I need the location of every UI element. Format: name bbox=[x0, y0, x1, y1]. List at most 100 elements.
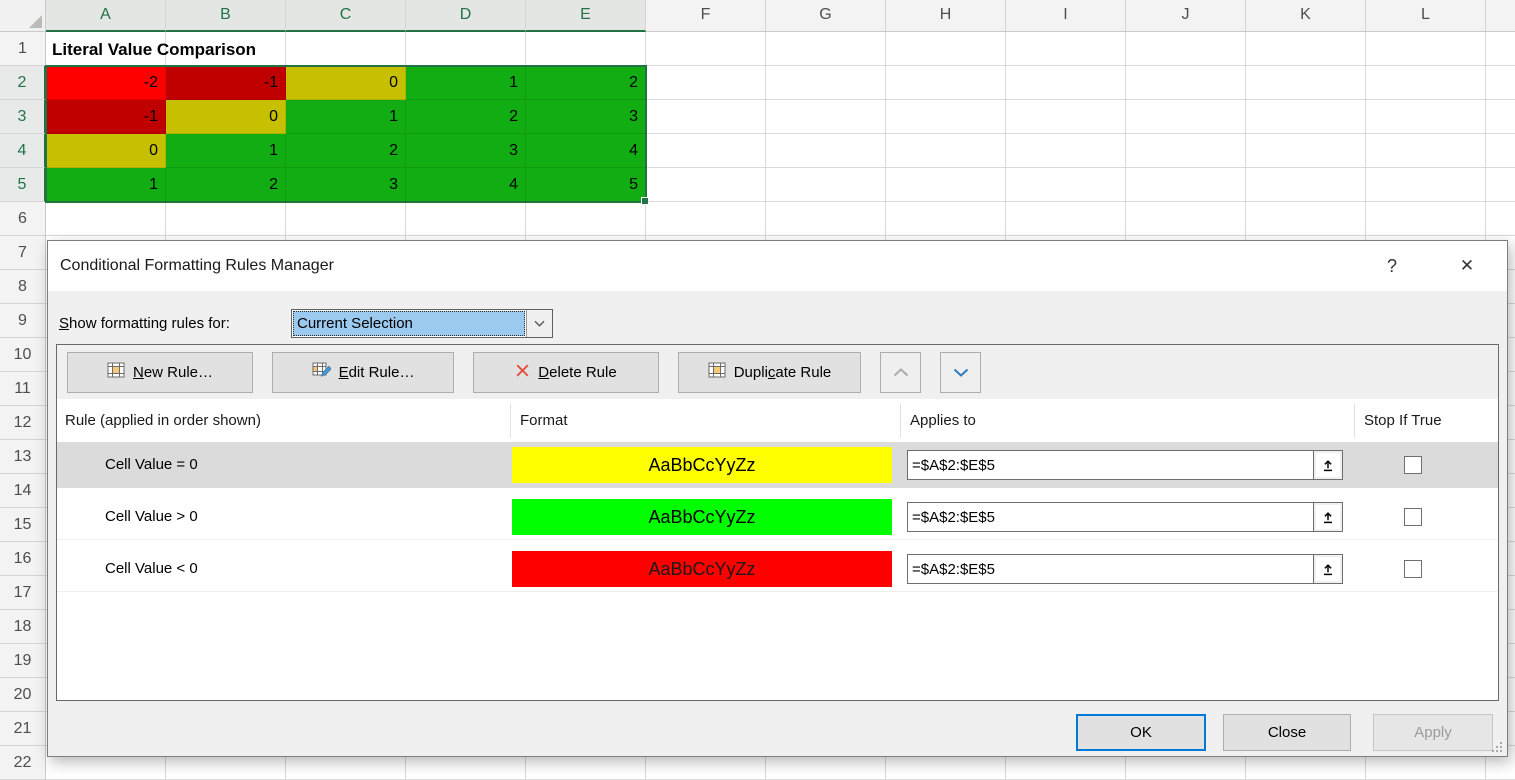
rules-panel: New Rule… Edit Rule… Delete Rule bbox=[56, 344, 1499, 701]
grid-cell[interactable]: 2 bbox=[286, 134, 406, 168]
row-header-4[interactable]: 4 bbox=[0, 134, 46, 168]
dialog-title-bar: Conditional Formatting Rules Manager ? ✕ bbox=[48, 241, 1507, 291]
row-header-6[interactable]: 6 bbox=[0, 202, 46, 236]
grid-cell[interactable]: 0 bbox=[286, 66, 406, 100]
row-header-18[interactable]: 18 bbox=[0, 610, 46, 644]
rule-row[interactable]: Cell Value < 0AaBbCcYyZz bbox=[57, 546, 1498, 592]
grid-cell[interactable]: 4 bbox=[406, 168, 526, 202]
column-header-C[interactable]: C bbox=[286, 0, 406, 32]
row-header-16[interactable]: 16 bbox=[0, 542, 46, 576]
edit-rule-button[interactable]: Edit Rule… bbox=[272, 352, 454, 393]
duplicate-rule-icon bbox=[708, 362, 726, 382]
grid-cell[interactable]: 2 bbox=[166, 168, 286, 202]
collapse-dialog-button[interactable] bbox=[1314, 502, 1343, 532]
edit-rule-icon bbox=[312, 362, 331, 383]
stop-if-true-checkbox[interactable] bbox=[1404, 560, 1422, 578]
row-header-15[interactable]: 15 bbox=[0, 508, 46, 542]
column-header-J[interactable]: J bbox=[1126, 0, 1246, 32]
grid-cell[interactable]: 3 bbox=[526, 100, 646, 134]
rule-row[interactable]: Cell Value = 0AaBbCcYyZz bbox=[57, 442, 1498, 488]
selected-range: -2-1012-101230123412345 bbox=[46, 66, 646, 202]
grid-cell[interactable]: 1 bbox=[46, 168, 166, 202]
stop-if-true-checkbox[interactable] bbox=[1404, 456, 1422, 474]
cf-rules-manager-dialog: Conditional Formatting Rules Manager ? ✕… bbox=[47, 240, 1508, 757]
column-header-E[interactable]: E bbox=[526, 0, 646, 32]
move-rule-down-button[interactable] bbox=[940, 352, 981, 393]
row-header-13[interactable]: 13 bbox=[0, 440, 46, 474]
row-header-10[interactable]: 10 bbox=[0, 338, 46, 372]
column-header-G[interactable]: G bbox=[766, 0, 886, 32]
show-rules-dropdown[interactable]: Current Selection bbox=[291, 309, 553, 338]
delete-rule-button[interactable]: Delete Rule bbox=[473, 352, 659, 393]
column-header-H[interactable]: H bbox=[886, 0, 1006, 32]
new-rule-button[interactable]: New Rule… bbox=[67, 352, 253, 393]
row-header-17[interactable]: 17 bbox=[0, 576, 46, 610]
row-header-11[interactable]: 11 bbox=[0, 372, 46, 406]
duplicate-rule-label: Duplicate Rule bbox=[734, 364, 832, 381]
row-header-2[interactable]: 2 bbox=[0, 66, 46, 100]
grid-cell[interactable]: 3 bbox=[406, 134, 526, 168]
close-icon[interactable]: ✕ bbox=[1452, 241, 1482, 291]
dialog-title: Conditional Formatting Rules Manager bbox=[60, 241, 334, 291]
collapse-dialog-button[interactable] bbox=[1314, 554, 1343, 584]
move-rule-up-button[interactable] bbox=[880, 352, 921, 393]
column-header-B[interactable]: B bbox=[166, 0, 286, 32]
cell-a1-title[interactable]: Literal Value Comparison bbox=[52, 36, 652, 64]
grid-cell[interactable]: 2 bbox=[406, 100, 526, 134]
row-header-19[interactable]: 19 bbox=[0, 644, 46, 678]
collapse-range-icon bbox=[1320, 457, 1336, 473]
column-header-A[interactable]: A bbox=[46, 0, 166, 32]
rule-row[interactable]: Cell Value > 0AaBbCcYyZz bbox=[57, 494, 1498, 540]
grid-cell[interactable]: 5 bbox=[526, 168, 646, 202]
column-header-L[interactable]: L bbox=[1366, 0, 1486, 32]
grid-cell[interactable]: 1 bbox=[286, 100, 406, 134]
rules-toolbar: New Rule… Edit Rule… Delete Rule bbox=[57, 345, 1498, 399]
grid-cell[interactable]: 1 bbox=[166, 134, 286, 168]
row-header-9[interactable]: 9 bbox=[0, 304, 46, 338]
row-header-8[interactable]: 8 bbox=[0, 270, 46, 304]
delete-rule-label: Delete Rule bbox=[538, 364, 616, 381]
ok-button[interactable]: OK bbox=[1076, 714, 1206, 751]
help-icon[interactable]: ? bbox=[1378, 241, 1406, 291]
row-header-12[interactable]: 12 bbox=[0, 406, 46, 440]
grid-cell[interactable]: -1 bbox=[46, 100, 166, 134]
chevron-down-icon[interactable] bbox=[526, 310, 552, 337]
grid-cell[interactable]: 0 bbox=[46, 134, 166, 168]
format-preview: AaBbCcYyZz bbox=[512, 447, 892, 483]
grid-cell[interactable]: 3 bbox=[286, 168, 406, 202]
column-header-F[interactable]: F bbox=[646, 0, 766, 32]
grid-cell[interactable]: 2 bbox=[526, 66, 646, 100]
row-header-14[interactable]: 14 bbox=[0, 474, 46, 508]
new-rule-icon bbox=[107, 362, 125, 382]
column-header-I[interactable]: I bbox=[1006, 0, 1126, 32]
collapse-dialog-button[interactable] bbox=[1314, 450, 1343, 480]
duplicate-rule-button[interactable]: Duplicate Rule bbox=[678, 352, 861, 393]
grid-cell[interactable]: 1 bbox=[406, 66, 526, 100]
applies-to-input[interactable] bbox=[907, 554, 1314, 584]
select-all-corner[interactable] bbox=[0, 0, 46, 32]
grid-cell[interactable]: 0 bbox=[166, 100, 286, 134]
rules-list-header: Rule (applied in order shown) Format App… bbox=[57, 399, 1498, 442]
header-rule: Rule (applied in order shown) bbox=[65, 399, 261, 442]
column-header-D[interactable]: D bbox=[406, 0, 526, 32]
grid-cell[interactable]: -1 bbox=[166, 66, 286, 100]
row-header-22[interactable]: 22 bbox=[0, 746, 46, 780]
applies-to-input[interactable] bbox=[907, 450, 1314, 480]
format-preview: AaBbCcYyZz bbox=[512, 499, 892, 535]
grid-cell[interactable]: -2 bbox=[46, 66, 166, 100]
column-header-K[interactable]: K bbox=[1246, 0, 1366, 32]
stop-if-true-checkbox[interactable] bbox=[1404, 508, 1422, 526]
row-header-7[interactable]: 7 bbox=[0, 236, 46, 270]
resize-grip[interactable] bbox=[1491, 741, 1502, 752]
applies-to-input[interactable] bbox=[907, 502, 1314, 532]
collapse-range-icon bbox=[1320, 509, 1336, 525]
row-header-20[interactable]: 20 bbox=[0, 678, 46, 712]
collapse-range-icon bbox=[1320, 561, 1336, 577]
row-header-1[interactable]: 1 bbox=[0, 32, 46, 66]
fill-handle[interactable] bbox=[641, 197, 649, 205]
grid-cell[interactable]: 4 bbox=[526, 134, 646, 168]
close-button[interactable]: Close bbox=[1223, 714, 1351, 751]
row-header-21[interactable]: 21 bbox=[0, 712, 46, 746]
row-header-3[interactable]: 3 bbox=[0, 100, 46, 134]
row-header-5[interactable]: 5 bbox=[0, 168, 46, 202]
